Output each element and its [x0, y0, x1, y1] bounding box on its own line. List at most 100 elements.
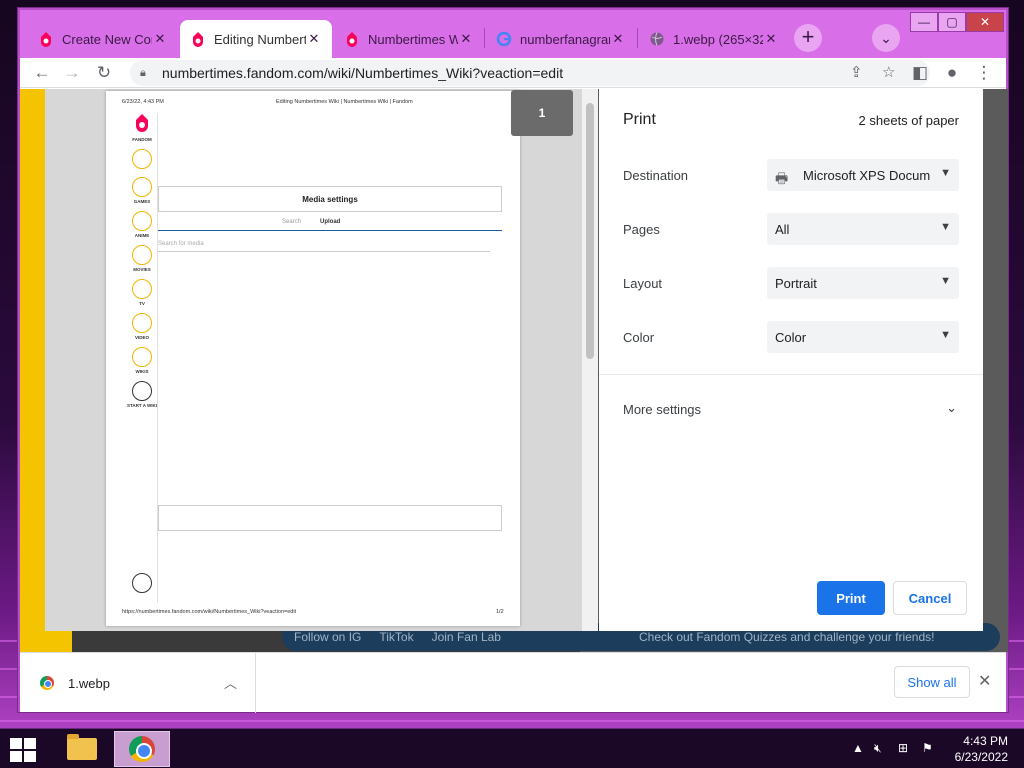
download-filename: 1.webp	[68, 675, 110, 691]
download-bar: 1.webp ︿ Show all ✕	[20, 652, 1006, 713]
print-settings-panel: Print 2 sheets of paper Destination 🖶︎ M…	[599, 89, 983, 631]
close-icon[interactable]: ✕	[458, 31, 474, 47]
preview-tab-upload: Upload	[320, 219, 341, 225]
banner-item: Follow on IG	[294, 630, 362, 644]
print-button[interactable]: Print	[817, 581, 885, 615]
fandom-icon	[41, 32, 51, 47]
preview-header-date: 6/23/22, 4:43 PM	[122, 99, 164, 105]
close-icon[interactable]: ✕	[978, 671, 991, 691]
close-icon[interactable]: ✕	[152, 31, 168, 47]
share-icon[interactable]: ⇪	[850, 63, 863, 81]
clock-date: 6/23/2022	[954, 750, 1008, 764]
tray-arrow-icon[interactable]: ▲	[852, 741, 864, 755]
chevron-down-icon[interactable]: ⌄	[946, 400, 957, 416]
tab-editing[interactable]: Editing Numbert ✕	[180, 20, 332, 58]
system-clock[interactable]: 4:43 PM 6/23/2022	[955, 733, 1008, 765]
url-text: numbertimes.fandom.com/wiki/Numbertimes_…	[162, 65, 564, 81]
video-icon	[132, 313, 152, 333]
banner-item: Check out Fandom Quizzes and challenge y…	[638, 630, 935, 644]
tab-search-button[interactable]: ⌄	[872, 24, 900, 52]
tv-icon	[132, 279, 152, 299]
tab-title: Editing Numbert	[214, 31, 306, 47]
tab-numbertimes[interactable]: Numbertimes W ✕	[334, 20, 484, 58]
minimize-button[interactable]: —	[910, 12, 938, 32]
forward-arrow-icon[interactable]: →	[60, 61, 84, 85]
windows-start-icon[interactable]	[8, 735, 38, 763]
close-icon[interactable]: ✕	[610, 31, 626, 47]
browser-toolbar: ← → ↻ 🔒︎ numbertimes.fandom.com/wiki/Num…	[20, 58, 1006, 88]
dropdown-arrow-icon: ▼	[940, 275, 951, 287]
close-icon[interactable]: ✕	[306, 31, 322, 47]
tab-title: Numbertimes W	[368, 31, 458, 47]
pages-select[interactable]: All ▼	[767, 213, 959, 245]
star-icon[interactable]: ☆	[882, 63, 895, 81]
print-title: Print	[623, 111, 656, 128]
preview-search-placeholder: Search for media	[158, 241, 204, 247]
close-icon[interactable]: ✕	[763, 31, 779, 47]
reload-icon[interactable]: ↻	[92, 61, 116, 85]
profile-icon[interactable]: ●	[940, 61, 964, 85]
preview-page: 6/23/22, 4:43 PM Editing Numbertimes Wik…	[106, 91, 520, 626]
download-item[interactable]: 1.webp	[20, 653, 256, 713]
tab-title: 1.webp (265×32	[673, 31, 763, 47]
action-center-icon[interactable]: ⚑	[922, 741, 933, 755]
fandom-logo-icon	[136, 114, 148, 132]
pages-label: Pages	[623, 222, 660, 237]
preview-footer-box	[158, 505, 502, 531]
network-icon[interactable]: ⊞	[898, 741, 908, 755]
color-select[interactable]: Color ▼	[767, 321, 959, 353]
sheet-count: 2 sheets of paper	[858, 113, 959, 128]
tab-image[interactable]: 1.webp (265×32 ✕	[639, 20, 789, 58]
layout-select[interactable]: Portrait ▼	[767, 267, 959, 299]
preview-fandom-rail: FANDOM GAMES ANIME MOVIES TV VIDEO WIKIS…	[126, 113, 158, 603]
preview-rail-label: WIKIS	[135, 369, 149, 374]
banner-item: Join Fan Lab	[431, 630, 501, 644]
wikis-icon	[132, 347, 152, 367]
page-number-badge: 1	[511, 90, 573, 136]
chevron-up-icon[interactable]: ︿	[224, 673, 237, 692]
new-tab-button[interactable]: +	[794, 24, 822, 52]
maximize-button[interactable]: ▢	[938, 12, 966, 32]
chrome-taskbar-icon[interactable]	[114, 731, 170, 767]
back-arrow-icon[interactable]: ←	[30, 61, 54, 85]
preview-tab-underline	[158, 230, 502, 231]
tab-google[interactable]: numberfanagran ✕	[486, 20, 636, 58]
tab-strip: Create New Cor ✕ Editing Numbert ✕ Numbe…	[20, 10, 1006, 58]
tab-create-new[interactable]: Create New Cor ✕	[28, 20, 178, 58]
layout-value: Portrait	[775, 275, 817, 291]
dropdown-arrow-icon: ▼	[940, 329, 951, 341]
google-icon	[496, 31, 512, 47]
scrollbar-thumb[interactable]	[586, 103, 594, 359]
color-label: Color	[623, 330, 655, 345]
layout-label: Layout	[623, 276, 663, 291]
tab-title: numberfanagran	[520, 31, 610, 47]
volume-muted-icon[interactable]: 🔇︎	[874, 741, 882, 756]
close-window-button[interactable]: ✕	[966, 12, 1004, 32]
menu-icon[interactable]: ⋮	[972, 61, 996, 85]
destination-value: Microsoft XPS Docum	[803, 167, 931, 183]
chrome-icon	[40, 676, 54, 690]
games-icon	[132, 177, 152, 197]
show-all-button[interactable]: Show all	[894, 666, 970, 698]
movies-icon	[132, 245, 152, 265]
preview-search-line	[158, 251, 490, 252]
globe-icon	[650, 32, 664, 46]
browser-window: Create New Cor ✕ Editing Numbert ✕ Numbe…	[18, 8, 1008, 713]
preview-rail-label: ANIME	[134, 233, 150, 238]
print-preview-area: 6/23/22, 4:43 PM Editing Numbertimes Wik…	[45, 89, 598, 631]
fandom-icon	[193, 32, 203, 47]
fandom-icon	[347, 32, 357, 47]
more-settings-toggle[interactable]: More settings	[623, 402, 701, 417]
lock-icon: 🔒︎	[140, 67, 146, 79]
file-explorer-icon[interactable]	[54, 731, 110, 767]
cancel-button[interactable]: Cancel	[893, 581, 967, 615]
search-icon	[132, 149, 152, 169]
destination-select[interactable]: 🖶︎ Microsoft XPS Docum ▼	[767, 159, 959, 191]
preview-scrollbar[interactable]	[582, 89, 598, 631]
divider	[599, 374, 983, 375]
side-panel-icon[interactable]: ◧	[908, 61, 932, 85]
dropdown-arrow-icon: ▼	[940, 221, 951, 233]
anime-icon	[132, 211, 152, 231]
address-bar[interactable]: 🔒︎ numbertimes.fandom.com/wiki/Numbertim…	[130, 60, 930, 86]
plus-icon	[132, 381, 152, 401]
